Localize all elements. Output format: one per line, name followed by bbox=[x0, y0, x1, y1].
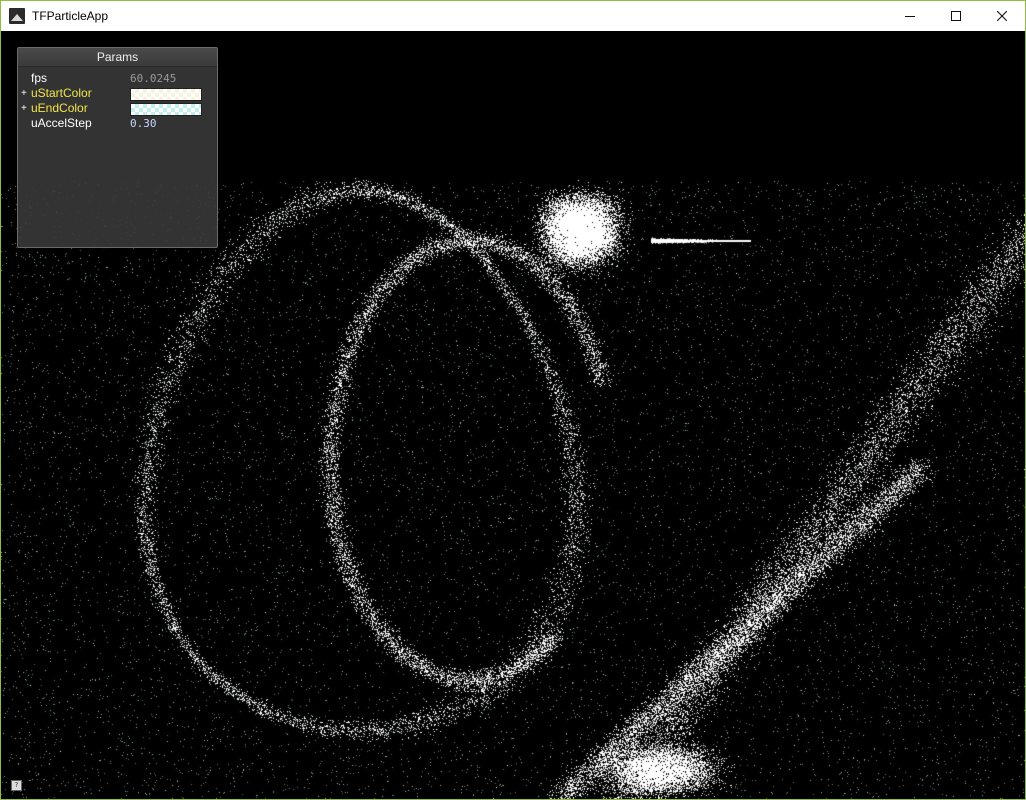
title-bar[interactable]: TFParticleApp bbox=[1, 1, 1025, 31]
close-icon bbox=[997, 11, 1007, 21]
app-window: TFParticleApp Params fps 60.0245 + uStar… bbox=[0, 0, 1026, 800]
param-row-uendcolor[interactable]: + uEndColor bbox=[18, 101, 217, 116]
params-panel-title[interactable]: Params bbox=[18, 48, 217, 67]
param-value-fps: 60.0245 bbox=[130, 72, 177, 85]
close-button[interactable] bbox=[979, 1, 1025, 31]
maximize-button[interactable] bbox=[933, 1, 979, 31]
expand-plus-icon[interactable]: + bbox=[21, 86, 29, 101]
help-icon[interactable]: ? bbox=[11, 780, 22, 791]
param-label-fps: fps bbox=[31, 71, 48, 85]
window-title: TFParticleApp bbox=[32, 9, 109, 23]
param-row-uaccelstep[interactable]: uAccelStep 0.30 bbox=[18, 116, 217, 131]
particle-viewport[interactable]: Params fps 60.0245 + uStartColor + uEndC… bbox=[1, 31, 1025, 799]
expand-plus-icon[interactable]: + bbox=[21, 101, 29, 116]
param-label-uendcolor[interactable]: uEndColor bbox=[31, 101, 88, 116]
params-panel[interactable]: Params fps 60.0245 + uStartColor + uEndC… bbox=[17, 47, 218, 248]
color-swatch-ustartcolor[interactable] bbox=[130, 88, 202, 101]
color-swatch-uendcolor[interactable] bbox=[130, 103, 202, 116]
param-label-uaccelstep: uAccelStep bbox=[31, 116, 92, 130]
param-value-uaccelstep[interactable]: 0.30 bbox=[130, 116, 157, 131]
app-mountain-icon bbox=[9, 8, 25, 24]
param-row-ustartcolor[interactable]: + uStartColor bbox=[18, 86, 217, 101]
minimize-icon bbox=[905, 16, 915, 17]
param-row-fps: fps 60.0245 bbox=[18, 71, 217, 86]
maximize-icon bbox=[951, 11, 961, 21]
minimize-button[interactable] bbox=[887, 1, 933, 31]
param-label-ustartcolor[interactable]: uStartColor bbox=[31, 86, 92, 101]
window-controls bbox=[887, 1, 1025, 31]
